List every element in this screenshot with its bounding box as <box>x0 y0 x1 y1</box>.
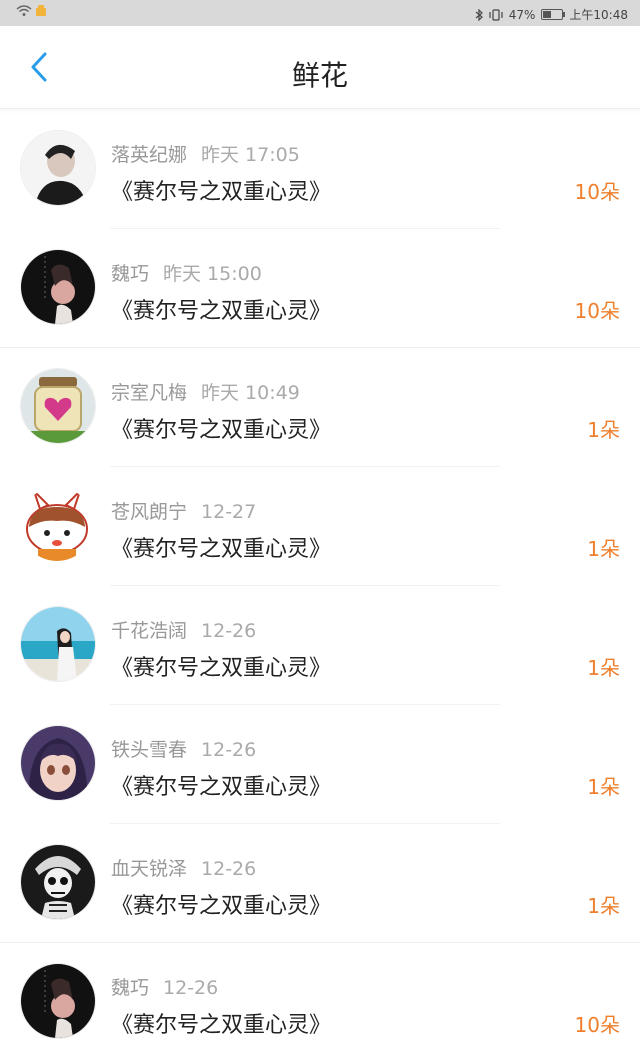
user-name[interactable]: 魏巧 <box>111 263 149 285</box>
user-name[interactable]: 宗室凡梅 <box>111 382 187 404</box>
book-title[interactable]: 《赛尔号之双重心灵》 <box>111 888 331 920</box>
timestamp: 昨天 15:00 <box>163 263 262 285</box>
item-meta: 血天锐泽 12-26 <box>111 854 256 881</box>
item-meta: 铁头雪春 12-26 <box>111 735 256 762</box>
avatar[interactable] <box>20 844 96 920</box>
item-meta: 魏巧 12-26 <box>111 973 218 1000</box>
status-left <box>16 5 47 17</box>
list-item[interactable]: 苍风朗宁 12-27 《赛尔号之双重心灵》 1朵 <box>0 467 640 586</box>
bluetooth-icon <box>475 8 483 21</box>
flower-count: 1朵 <box>587 894 620 918</box>
list-item[interactable]: 铁头雪春 12-26 《赛尔号之双重心灵》 1朵 <box>0 705 640 824</box>
user-name[interactable]: 落英纪娜 <box>111 144 187 166</box>
flower-count: 1朵 <box>587 418 620 442</box>
battery-icon <box>541 9 566 20</box>
vibrate-icon <box>489 8 503 21</box>
book-title[interactable]: 《赛尔号之双重心灵》 <box>111 650 331 682</box>
flower-count: 1朵 <box>587 775 620 799</box>
avatar[interactable] <box>20 606 96 682</box>
page-title: 鲜花 <box>291 59 348 92</box>
list-item[interactable]: 血天锐泽 12-26 《赛尔号之双重心灵》 1朵 <box>0 824 640 943</box>
wifi-icon <box>16 5 32 16</box>
book-title[interactable]: 《赛尔号之双重心灵》 <box>111 531 331 563</box>
status-right: 47% 上午10:48 <box>475 6 628 23</box>
user-name[interactable]: 魏巧 <box>111 977 149 999</box>
avatar[interactable] <box>20 487 94 561</box>
list-item[interactable]: 落英纪娜 昨天 17:05 《赛尔号之双重心灵》 10朵 <box>0 110 640 229</box>
item-meta: 千花浩阔 12-26 <box>111 616 256 643</box>
user-name[interactable]: 血天锐泽 <box>111 858 187 880</box>
item-meta: 苍风朗宁 12-27 <box>111 497 256 524</box>
notification-icon <box>36 5 46 16</box>
battery-percent: 47% <box>508 7 536 22</box>
avatar[interactable] <box>20 368 96 444</box>
flower-count: 1朵 <box>587 656 620 680</box>
status-bar: 47% 上午10:48 <box>0 0 640 26</box>
timestamp: 12-26 <box>201 858 257 880</box>
flower-count: 10朵 <box>574 180 620 204</box>
list-item[interactable]: 千花浩阔 12-26 《赛尔号之双重心灵》 1朵 <box>0 586 640 705</box>
book-title[interactable]: 《赛尔号之双重心灵》 <box>111 174 331 206</box>
user-name[interactable]: 千花浩阔 <box>111 620 187 642</box>
user-name[interactable]: 苍风朗宁 <box>111 501 187 523</box>
flower-count: 1朵 <box>587 537 620 561</box>
timestamp: 昨天 17:05 <box>201 144 300 166</box>
item-meta: 宗室凡梅 昨天 10:49 <box>111 378 300 405</box>
avatar[interactable] <box>20 130 96 206</box>
timestamp: 昨天 10:49 <box>201 382 300 404</box>
user-name[interactable]: 铁头雪春 <box>111 739 187 761</box>
item-meta: 魏巧 昨天 15:00 <box>111 259 262 286</box>
clock: 上午10:48 <box>569 8 628 22</box>
timestamp: 12-27 <box>201 501 257 523</box>
avatar[interactable] <box>20 963 96 1039</box>
book-title[interactable]: 《赛尔号之双重心灵》 <box>111 769 331 801</box>
list-item[interactable]: 魏巧 昨天 15:00 《赛尔号之双重心灵》 10朵 <box>0 229 640 348</box>
book-title[interactable]: 《赛尔号之双重心灵》 <box>111 293 331 325</box>
list-item[interactable]: 魏巧 12-26 《赛尔号之双重心灵》 10朵 <box>0 943 640 1062</box>
book-title[interactable]: 《赛尔号之双重心灵》 <box>111 412 331 444</box>
item-meta: 落英纪娜 昨天 17:05 <box>111 140 300 167</box>
avatar[interactable] <box>20 725 96 801</box>
list-item[interactable]: 宗室凡梅 昨天 10:49 《赛尔号之双重心灵》 1朵 <box>0 348 640 467</box>
book-title[interactable]: 《赛尔号之双重心灵》 <box>111 1007 331 1039</box>
timestamp: 12-26 <box>163 977 219 999</box>
header-bar: 鲜花 <box>0 26 640 109</box>
timestamp: 12-26 <box>201 739 257 761</box>
timestamp: 12-26 <box>201 620 257 642</box>
avatar[interactable] <box>20 249 96 325</box>
flower-count: 10朵 <box>574 299 620 323</box>
